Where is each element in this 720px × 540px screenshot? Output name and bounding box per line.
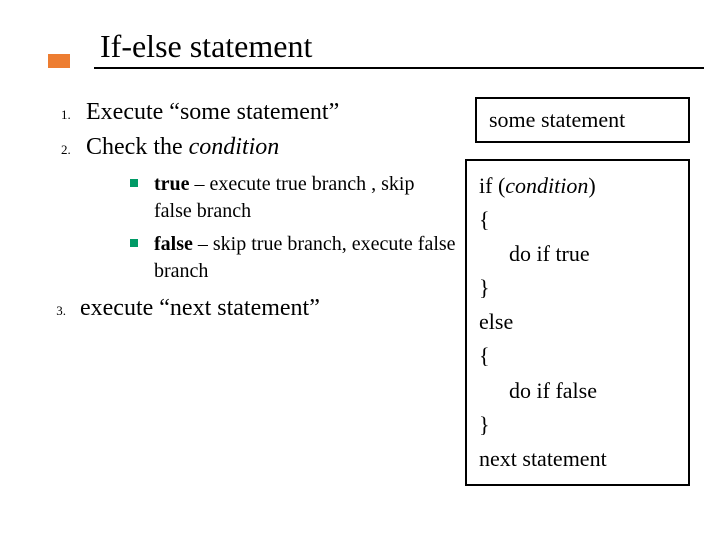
code-if-cond: condition xyxy=(505,173,588,198)
step-2-condition: condition xyxy=(189,134,280,160)
code-line-brace-open-1: { xyxy=(479,203,676,237)
step-2-pre: Check the xyxy=(86,134,189,160)
code-line-brace-close-1: } xyxy=(479,271,676,305)
sub-true-label: true xyxy=(154,173,190,195)
step-2-sublist: true – execute true branch , skip false … xyxy=(126,171,457,285)
step-2: Check the condition true – execute true … xyxy=(74,132,457,285)
title-block: If-else statement xyxy=(100,28,690,69)
step-3-marker: 3. xyxy=(50,303,74,319)
code-line-brace-close-2: } xyxy=(479,408,676,442)
left-column: Execute “some statement” Check the condi… xyxy=(50,97,465,486)
code-if-post: ) xyxy=(588,173,595,198)
code-box-main: if (condition) { do if true } else { do … xyxy=(465,159,690,486)
step-1: Execute “some statement” xyxy=(74,97,457,128)
code-line-if: if (condition) xyxy=(479,169,676,203)
sub-false-label: false xyxy=(154,233,193,255)
steps-list: Execute “some statement” Check the condi… xyxy=(50,97,457,285)
title-underline xyxy=(94,67,704,69)
step-3-text: execute “next statement” xyxy=(74,295,320,322)
code-line-brace-open-2: { xyxy=(479,339,676,373)
step-3: 3. execute “next statement” xyxy=(50,295,457,322)
code-box-top: some statement xyxy=(475,97,690,143)
slide-title: If-else statement xyxy=(100,28,690,65)
code-line-do-true: do if true xyxy=(479,237,676,271)
step-1-text: Execute “some statement” xyxy=(86,99,339,125)
sub-true-text: – execute true branch , skip false branc… xyxy=(154,173,414,222)
sub-true: true – execute true branch , skip false … xyxy=(126,171,457,225)
code-line-else: else xyxy=(479,305,676,339)
code-line-do-false: do if false xyxy=(479,374,676,408)
accent-square xyxy=(48,54,70,68)
code-top-text: some statement xyxy=(489,107,625,132)
code-line-next: next statement xyxy=(479,442,676,476)
sub-false: false – skip true branch, execute false … xyxy=(126,231,457,285)
content-row: Execute “some statement” Check the condi… xyxy=(50,97,690,486)
code-if-pre: if ( xyxy=(479,173,505,198)
sub-false-text: – skip true branch, execute false branch xyxy=(154,233,456,282)
right-column: some statement if (condition) { do if tr… xyxy=(465,97,690,486)
